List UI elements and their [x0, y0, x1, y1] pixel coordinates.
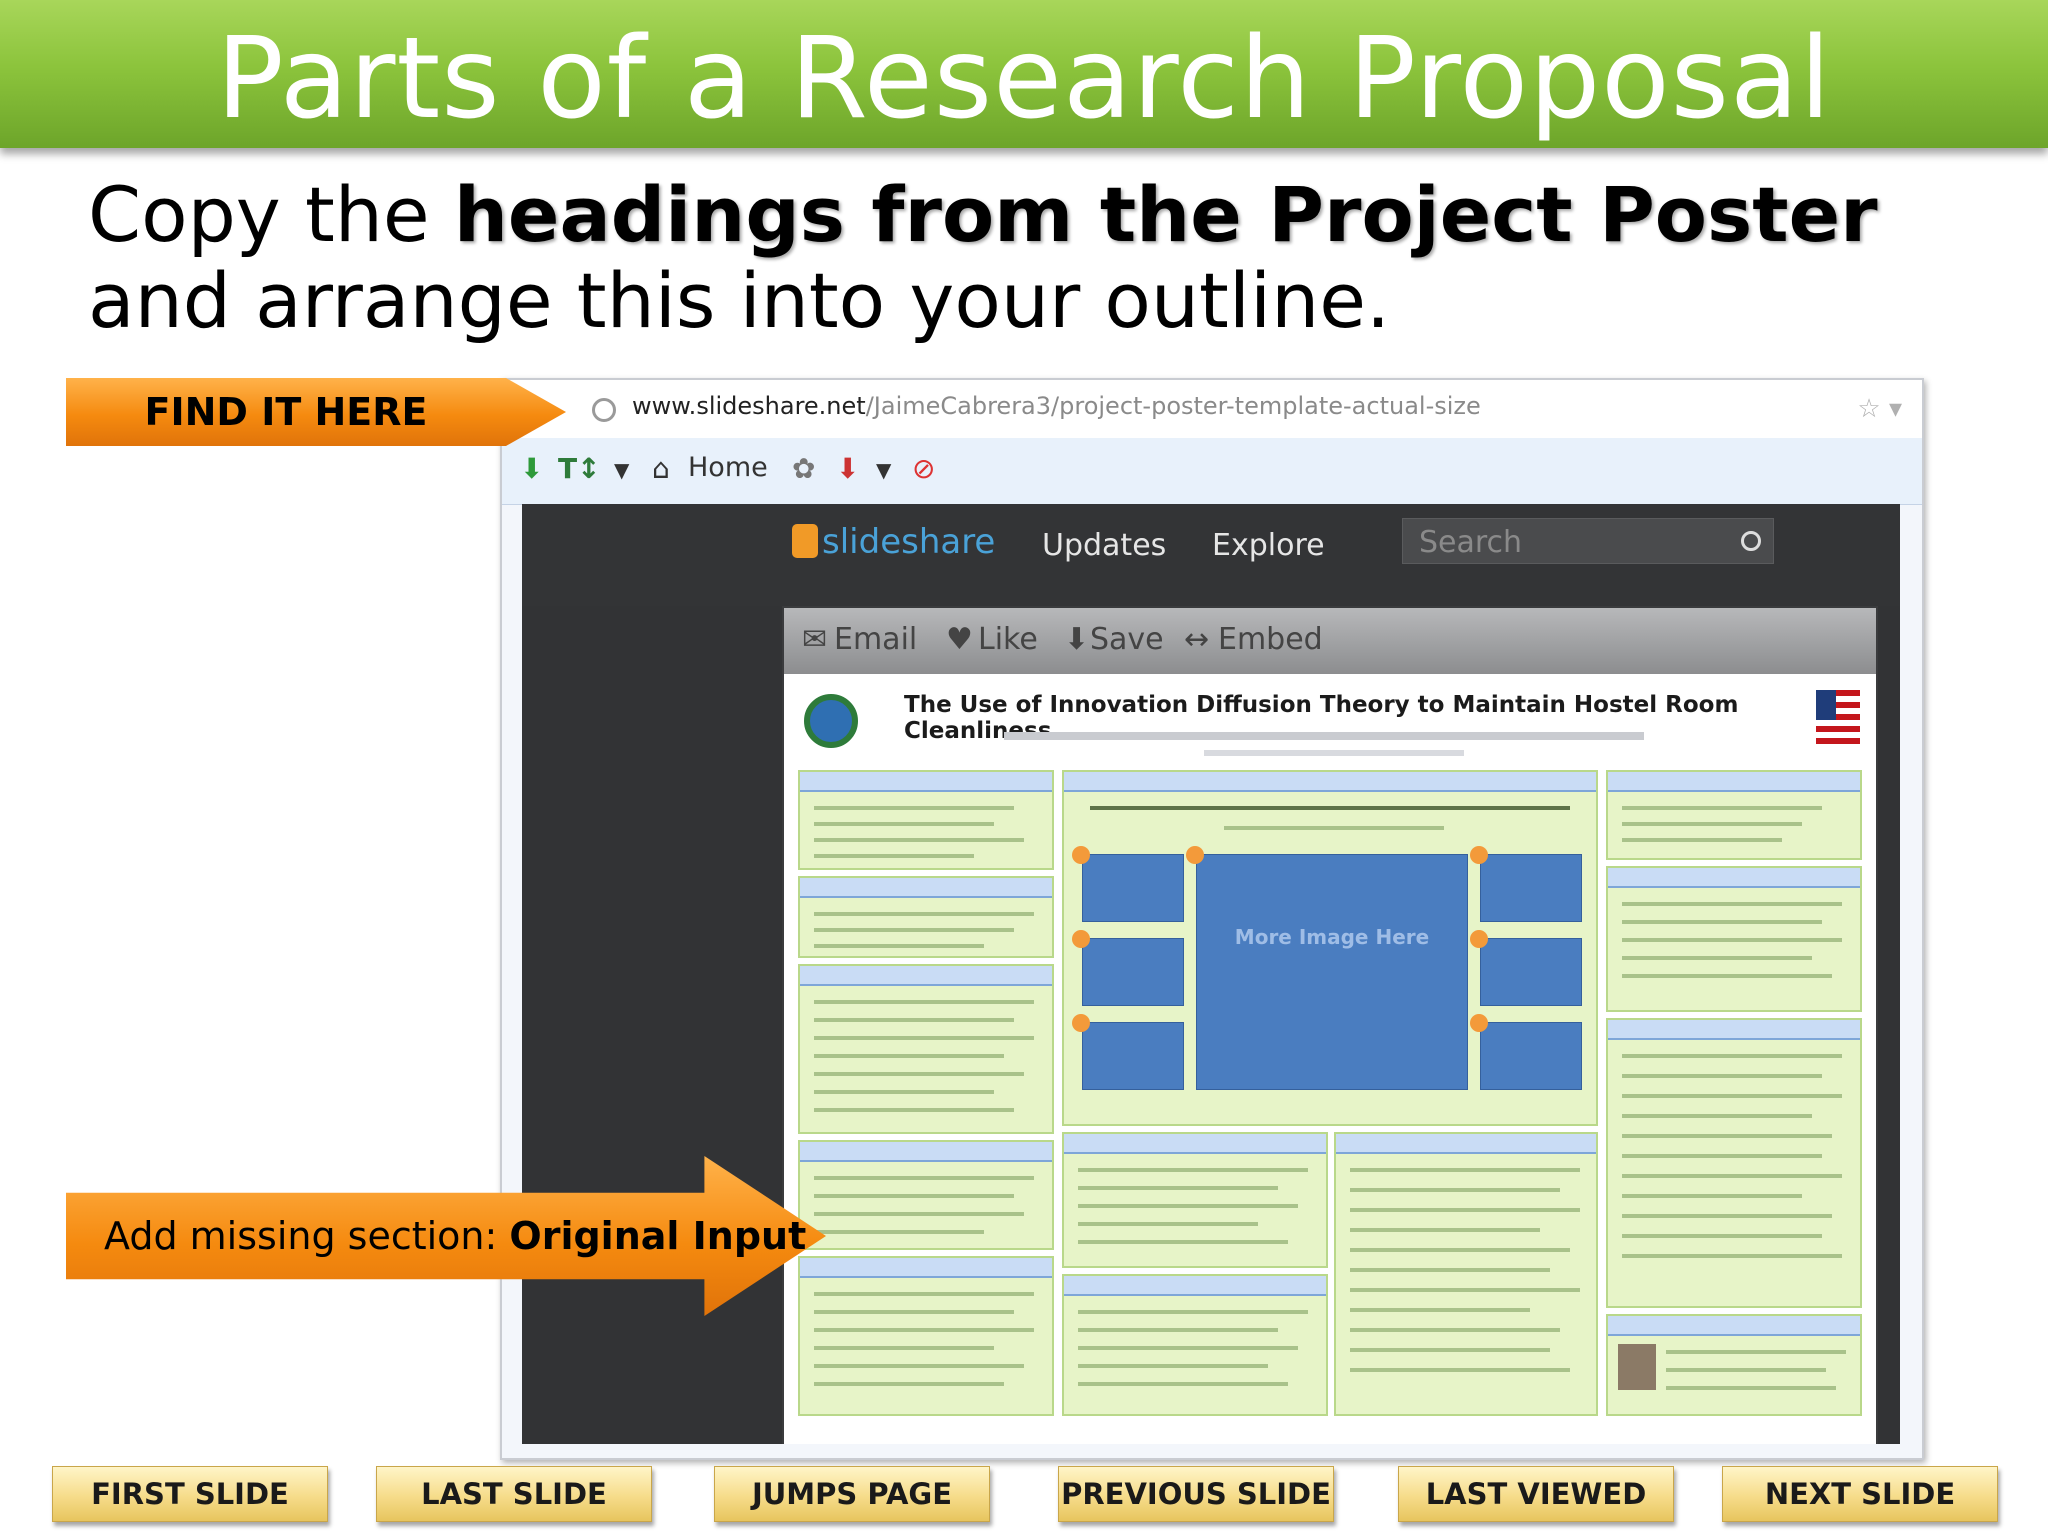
toolbar-home-label: Home [688, 452, 768, 483]
image-placeholder [1480, 854, 1582, 922]
nav-updates: Updates [1042, 528, 1167, 563]
action-embed: Embed [1218, 622, 1323, 657]
slideshare-header: slideshare Updates Explore Search [522, 504, 1900, 606]
instruction-text: Copy the headings from the Project Poste… [88, 172, 1938, 344]
find-it-here-label: FIND IT HERE [144, 390, 428, 434]
url-text: www.slideshare.net/JaimeCabrera3/project… [632, 392, 1481, 420]
poster-section [1606, 866, 1862, 1012]
slideshare-search: Search [1402, 518, 1774, 564]
poster-section [1606, 1314, 1862, 1416]
poster-section [1062, 1132, 1328, 1268]
chevron-down-icon: ▼ [876, 458, 892, 482]
image-placeholder [1082, 938, 1184, 1006]
marker-dot [1470, 846, 1488, 864]
first-slide-button[interactable]: FIRST SLIDE [52, 1466, 328, 1522]
author-photo [1618, 1344, 1656, 1390]
poster-section [798, 1140, 1054, 1250]
poster-section [1606, 770, 1862, 860]
search-icon [1741, 531, 1761, 551]
poster-section [1606, 1018, 1862, 1308]
poster-authors-line [1204, 750, 1464, 756]
right-panel [1878, 606, 1900, 1444]
missing-section-callout: Add missing section: Original Input [66, 1156, 826, 1316]
instruction-part2: and arrange this into your outline. [88, 256, 1391, 345]
previous-slide-button[interactable]: PREVIOUS SLIDE [1058, 1466, 1334, 1522]
slide-title: Parts of a Research Proposal [216, 14, 1832, 144]
browser-toolbar: ⬇ T↕ ▼ ⌂ Home ✿ ⬇ ▼ ⊘ [502, 438, 1922, 505]
globe-icon [592, 398, 616, 422]
slideshare-logo: slideshare [822, 522, 996, 562]
slideshare-logo-icon [792, 524, 818, 558]
logo-icon [804, 694, 858, 748]
marker-dot [1072, 846, 1090, 864]
last-viewed-button[interactable]: LAST VIEWED [1398, 1466, 1674, 1522]
download-icon: ⬇ [520, 452, 544, 485]
embed-icon: ↔ [1184, 622, 1210, 657]
title-bar: Parts of a Research Proposal [0, 0, 2048, 148]
left-panel [522, 606, 782, 1444]
missing-section-emphasis: Original Input [509, 1214, 807, 1258]
search-placeholder: Search [1419, 525, 1523, 560]
action-bar: ✉ Email ♥ Like ⬇ Save ↔ Embed [784, 608, 1876, 674]
last-slide-button[interactable]: LAST SLIDE [376, 1466, 652, 1522]
poster-section [1062, 1274, 1328, 1416]
image-placeholder [1480, 1022, 1582, 1090]
action-like: Like [978, 622, 1038, 657]
poster-section [798, 876, 1054, 958]
address-bar: www.slideshare.net/JaimeCabrera3/project… [502, 380, 1922, 438]
marker-dot [1470, 1014, 1488, 1032]
image-placeholder [1480, 938, 1582, 1006]
chevron-down-icon: ▼ [614, 458, 630, 482]
poster-authors [1004, 732, 1644, 740]
marker-dot [1186, 846, 1204, 864]
star-icon: ☆ ▾ [1857, 394, 1902, 424]
flag-icon [1816, 690, 1860, 750]
image-placeholder [1082, 1022, 1184, 1090]
next-slide-button[interactable]: NEXT SLIDE [1722, 1466, 1998, 1522]
home-icon: ⌂ [652, 452, 670, 485]
action-email: Email [834, 622, 918, 657]
email-icon: ✉ [802, 622, 828, 657]
nav-explore: Explore [1212, 528, 1325, 563]
jumps-page-button[interactable]: JUMPS PAGE [714, 1466, 990, 1522]
heart-icon: ♥ [946, 622, 973, 657]
poster-section [798, 964, 1054, 1134]
marker-dot [1072, 1014, 1090, 1032]
block-icon: ⬇ [836, 452, 860, 485]
missing-section-text: Add missing section: [104, 1214, 510, 1258]
action-save: Save [1090, 622, 1164, 657]
poster-section [798, 770, 1054, 870]
text-size-icon: T↕ [558, 452, 601, 485]
find-it-here-callout: FIND IT HERE [66, 378, 566, 446]
plugin-icon: ✿ [792, 452, 816, 485]
no-icon: ⊘ [912, 452, 936, 485]
missing-section-label: Add missing section: Original Input [104, 1214, 806, 1258]
image-placeholder-text: More Image Here [1234, 925, 1430, 949]
instruction-emphasis: headings from the Project Poster [453, 170, 1878, 259]
save-icon: ⬇ [1064, 622, 1090, 657]
main-image-placeholder: More Image Here [1196, 854, 1468, 1090]
marker-dot [1072, 930, 1090, 948]
marker-dot [1470, 930, 1488, 948]
url-domain: www.slideshare.net [632, 392, 866, 420]
poster-section [798, 1256, 1054, 1416]
instruction-part1: Copy the [88, 170, 454, 259]
poster-section [1334, 1132, 1598, 1416]
image-placeholder [1082, 854, 1184, 922]
url-path: /JaimeCabrera3/project-poster-template-a… [865, 392, 1481, 420]
poster: The Use of Innovation Diffusion Theory t… [784, 674, 1876, 1444]
